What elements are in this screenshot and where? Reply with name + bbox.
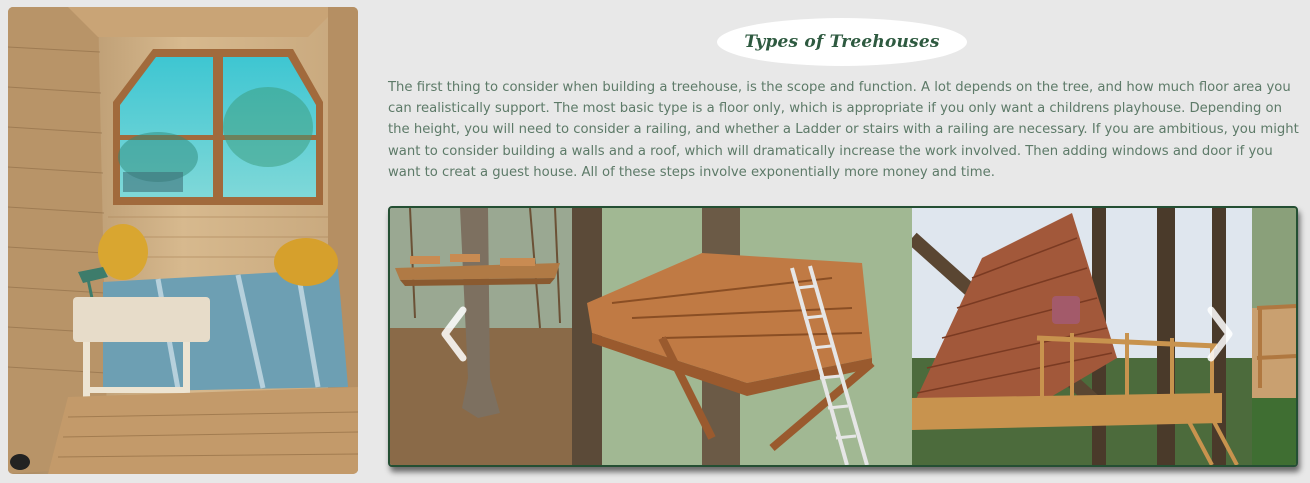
treehouse-carousel[interactable] (388, 206, 1298, 467)
section-title-pill: Types of Treehouses (717, 18, 967, 66)
intro-paragraph: The first thing to consider when buildin… (388, 80, 1299, 180)
section-title: Types of Treehouses (744, 32, 940, 52)
treehouse-interior-photo (8, 7, 358, 474)
chevron-left-icon (441, 306, 467, 362)
carousel-slide-platform-ladder (572, 208, 912, 465)
carousel-slides (390, 208, 1296, 465)
carousel-slide-platform (390, 208, 572, 465)
carousel-slide-partial (1252, 208, 1296, 465)
chevron-right-icon (1207, 306, 1233, 362)
carousel-next-button[interactable] (1200, 304, 1240, 364)
carousel-prev-button[interactable] (434, 304, 474, 364)
